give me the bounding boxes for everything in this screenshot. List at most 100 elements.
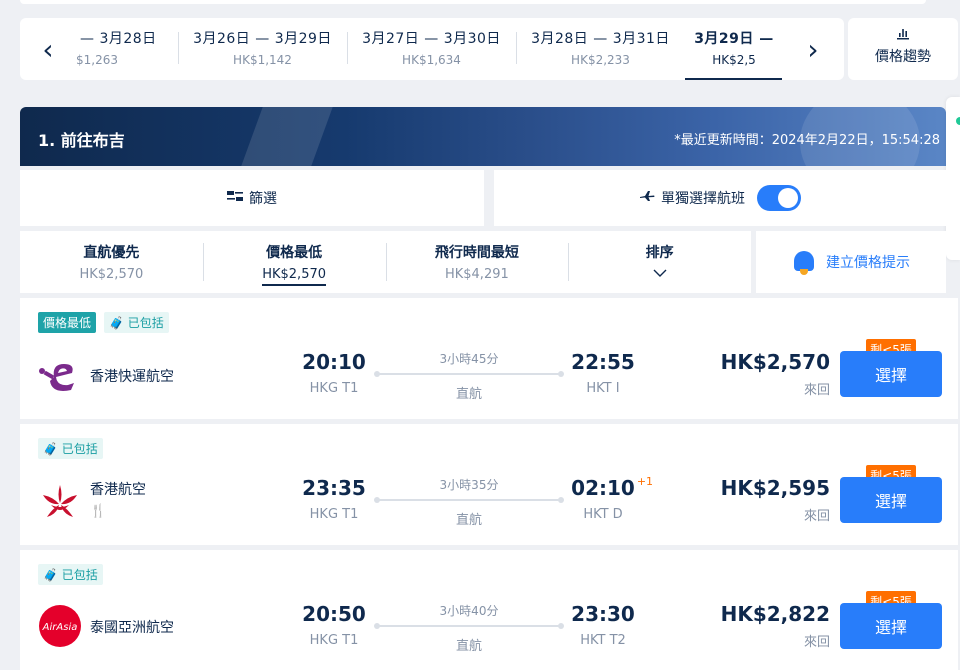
departure-airport: HKG T1: [309, 507, 359, 522]
departure-time: 20:50: [294, 602, 374, 626]
date-option[interactable]: 3月27日 — 3月30日 HK$1,634: [347, 18, 516, 80]
sort-price: HK$2,570: [262, 267, 327, 286]
bell-icon: [792, 249, 816, 275]
date-option-selected[interactable]: 3月29日 — HK$2,5: [685, 18, 782, 80]
sort-dropdown[interactable]: 排序: [568, 231, 751, 293]
departure-airport: HKG T1: [309, 381, 359, 396]
sort-direct-first[interactable]: 直航優先 HK$2,570: [20, 231, 203, 293]
sort-price: HK$2,570: [79, 267, 144, 282]
bell-body: [794, 251, 814, 271]
plane-icon: [639, 190, 655, 206]
departure-time-value: 20:10: [302, 350, 366, 374]
last-updated: *最近更新時間：2024年2月22日，15:54:28: [674, 133, 940, 148]
date-option[interactable]: 3月28日 — 3月31日 HK$2,233: [516, 18, 685, 80]
luggage-icon: 🧳: [43, 442, 58, 456]
flight-duration: 3小時45分: [439, 352, 499, 366]
flight-tags: 價格最低 🧳 已包括: [38, 312, 169, 333]
select-flight-button[interactable]: 選擇: [840, 603, 942, 649]
sort-tabs: 直航優先 HK$2,570 價格最低 HK$2,570 飛行時間最短 HK$4,…: [20, 231, 751, 293]
date-price: HK$2,233: [571, 53, 630, 67]
date-range: 3月26日 — 3月29日: [193, 31, 332, 47]
airline-name: 香港快運航空: [90, 369, 174, 385]
departure-time-value: 20:50: [302, 602, 366, 626]
date-range: 3月28日 — 3月31日: [531, 31, 670, 47]
sort-lowest-price[interactable]: 價格最低 HK$2,570: [202, 231, 386, 293]
trip-type: 來回: [803, 509, 830, 524]
bar-chart-icon: [848, 26, 958, 46]
status-dot-icon: [956, 117, 960, 125]
arrival-time: 02:10 +1: [563, 475, 653, 500]
flight-tags: 🧳 已包括: [38, 438, 103, 459]
price-trend-label: 價格趨勢: [875, 49, 931, 65]
flight-path-line: [374, 371, 564, 377]
sort-title: 飛行時間最短: [434, 245, 519, 261]
price-trend-button[interactable]: 價格趨勢: [848, 18, 958, 80]
price-alert-label: 建立價格提示: [826, 255, 910, 271]
arrival-time-value: 23:30: [571, 602, 635, 626]
chevron-left-icon: ‹: [42, 32, 54, 66]
date-selector: ‹ — 3月28日 $1,263 3月26日 — 3月29日 HK$1,142 …: [20, 18, 844, 80]
create-price-alert-button[interactable]: 建立價格提示: [756, 231, 946, 293]
date-price: HK$2,5: [712, 53, 756, 67]
select-flight-button[interactable]: 選擇: [840, 477, 942, 523]
baggage-included-tag: 🧳 已包括: [104, 312, 169, 333]
flight-price: HK$2,822: [720, 602, 830, 626]
date-option[interactable]: 3月26日 — 3月29日 HK$1,142: [178, 18, 347, 80]
date-option[interactable]: — 3月28日 $1,263: [76, 18, 178, 80]
airline-name: 泰國亞洲航空: [90, 620, 174, 636]
next-day-indicator: +1: [636, 475, 654, 488]
trip-type: 來回: [803, 383, 830, 398]
baggage-label: 已包括: [127, 316, 164, 330]
baggage-included-tag: 🧳 已包括: [38, 438, 103, 459]
date-price: HK$1,142: [233, 53, 292, 67]
sort-shortest-duration[interactable]: 飛行時間最短 HK$4,291: [385, 231, 569, 293]
top-card-edge: [20, 0, 926, 4]
sort-title: 排序: [645, 245, 674, 261]
flight-card[interactable]: 價格最低 🧳 已包括 香港快運航空 20:10 HKG T1 3小時45分 直航…: [20, 298, 958, 419]
bell-clapper: [800, 269, 808, 275]
lowest-price-tag: 價格最低: [38, 312, 97, 333]
date-range: 3月27日 — 3月30日: [362, 31, 501, 47]
prev-dates-button[interactable]: ‹: [20, 18, 76, 80]
meal-icon: 🍴: [90, 504, 107, 519]
chevron-right-icon: ›: [807, 32, 819, 66]
stops-label: 直航: [455, 387, 482, 402]
flight-card[interactable]: 🧳 已包括 香港航空 🍴 23:35 HKG T1 3小時35分 直航 02:1…: [20, 424, 958, 545]
departure-time: 20:10: [294, 350, 374, 374]
luggage-icon: 🧳: [43, 568, 58, 582]
single-selection-option: 單獨選擇航班: [494, 170, 946, 226]
filter-button[interactable]: 篩選: [20, 170, 484, 226]
sort-price: HK$4,291: [444, 267, 509, 282]
arrival-airport: HKT D: [583, 507, 623, 522]
hong-kong-airlines-logo: [38, 480, 82, 524]
flight-path-line: [374, 623, 564, 629]
luggage-icon: 🧳: [109, 316, 124, 330]
airasia-logo: AirAsia: [38, 604, 82, 648]
select-flight-button[interactable]: 選擇: [840, 351, 942, 397]
side-panel-edge: [946, 97, 960, 260]
arrival-time: 23:30: [563, 602, 643, 626]
page-title: 1. 前往布吉: [38, 131, 125, 150]
departure-time: 23:35: [294, 476, 374, 500]
flight-duration: 3小時40分: [439, 604, 499, 618]
single-selection-label: 單獨選擇航班: [661, 191, 745, 207]
single-selection-toggle[interactable]: [757, 185, 801, 211]
arrival-time-value: 02:10: [571, 476, 635, 500]
airline-name: 香港航空: [90, 482, 146, 498]
date-list: — 3月28日 $1,263 3月26日 — 3月29日 HK$1,142 3月…: [76, 18, 782, 80]
date-price: $1,263: [76, 53, 118, 67]
airasia-logo-text: AirAsia: [42, 622, 78, 633]
flight-path-line: [374, 497, 564, 503]
flight-price: HK$2,595: [720, 476, 830, 500]
flight-card[interactable]: 🧳 已包括 AirAsia 泰國亞洲航空 20:50 HKG T1 3小時40分…: [20, 550, 958, 670]
trip-type: 來回: [803, 635, 830, 650]
arrival-time: 22:55: [563, 350, 643, 374]
filter-label: 篩選: [249, 191, 277, 207]
departure-airport: HKG T1: [309, 633, 359, 648]
arrival-airport: HKT I: [586, 381, 620, 396]
stops-label: 直航: [455, 639, 482, 654]
baggage-label: 已包括: [61, 568, 98, 582]
next-dates-button[interactable]: ›: [782, 18, 844, 80]
baggage-label: 已包括: [61, 442, 98, 456]
date-price: HK$1,634: [402, 53, 461, 67]
